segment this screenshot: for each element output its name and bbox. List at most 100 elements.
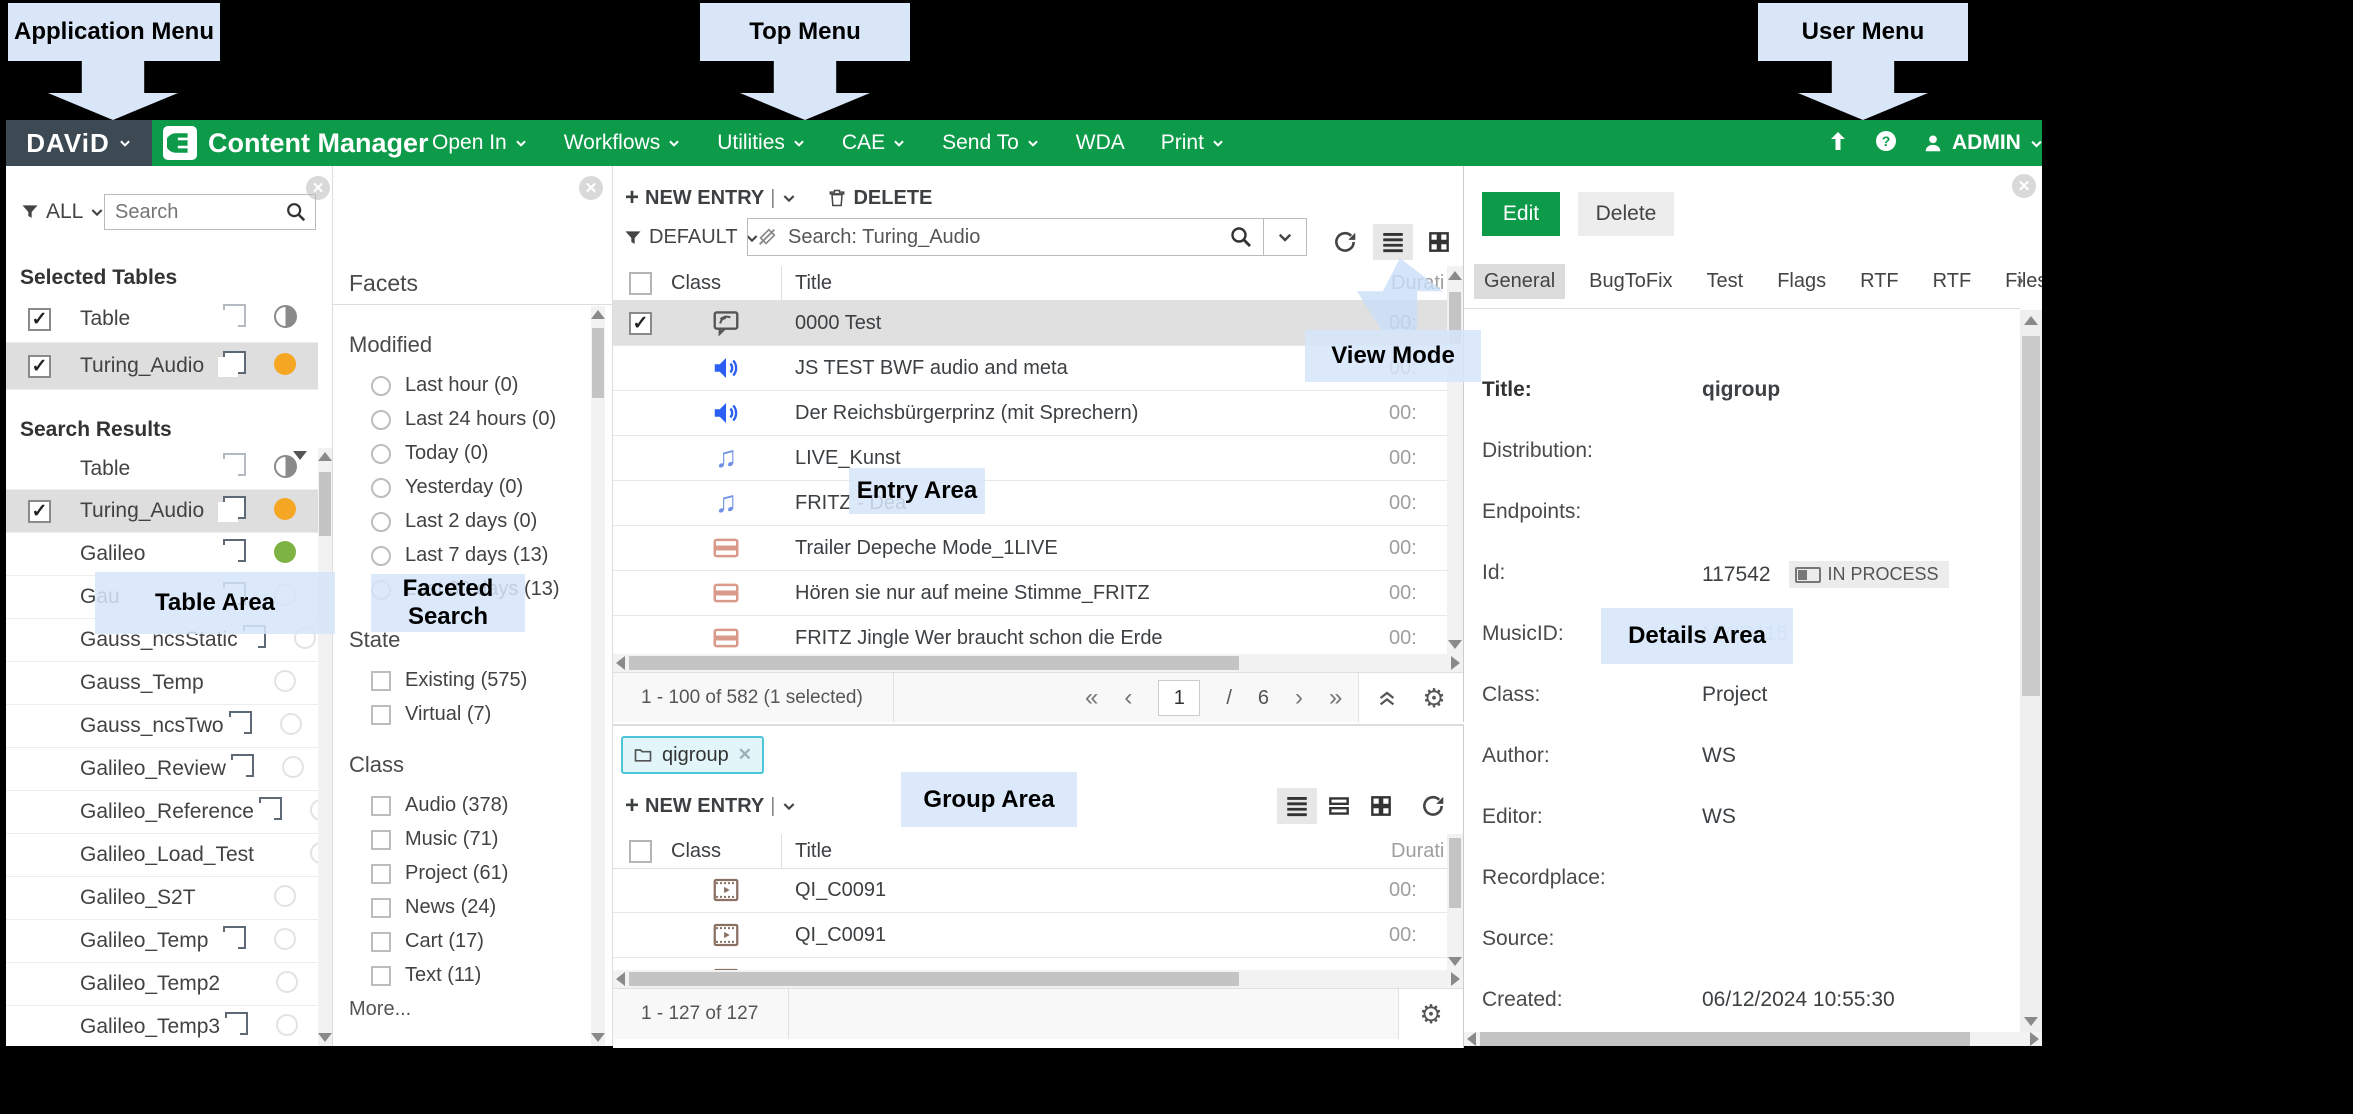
facet-option[interactable]: Text (11)	[371, 964, 591, 987]
checkbox[interactable]	[371, 671, 391, 691]
select-all-checkbox[interactable]	[629, 272, 652, 295]
grid-view-icon[interactable]	[1419, 224, 1459, 260]
facet-option[interactable]: Music (71)	[371, 828, 591, 851]
radio-button[interactable]	[371, 478, 391, 498]
class-column-header[interactable]: Class	[671, 272, 781, 295]
application-menu-button[interactable]: DAViD	[6, 120, 152, 166]
radio-button[interactable]	[371, 444, 391, 464]
checkbox[interactable]	[371, 932, 391, 952]
facet-option[interactable]: Virtual (7)	[371, 703, 591, 726]
first-page-button[interactable]: «	[1085, 684, 1098, 712]
chip-remove-icon[interactable]: ✕	[738, 745, 752, 765]
entry-filter-dropdown[interactable]: DEFAULT	[623, 226, 760, 249]
list-item[interactable]: QI_C009100:	[613, 868, 1447, 913]
facet-option[interactable]: Today (0)	[371, 442, 591, 465]
table-row-galileo_review[interactable]: Galileo_Review	[6, 748, 318, 791]
table-row-galileo_temp3[interactable]: Galileo_Temp3	[6, 1006, 318, 1046]
status-filter-icon[interactable]	[274, 455, 297, 478]
tab-rtf-2[interactable]: RTF	[1923, 264, 1982, 299]
edit-button[interactable]: Edit	[1482, 192, 1560, 236]
collapse-icon[interactable]	[1376, 687, 1398, 709]
tabs-overflow-chevron-icon[interactable]: ›	[2016, 266, 2024, 294]
row-checkbox[interactable]: ✓	[28, 500, 51, 523]
facet-option[interactable]: Last hour (0)	[371, 374, 591, 397]
search-options-dropdown[interactable]	[1264, 228, 1306, 246]
top-menu-item-wda[interactable]: WDA	[1076, 131, 1125, 155]
top-menu-item-open-in[interactable]: Open In	[432, 131, 528, 155]
list-item[interactable]: Trailer Depeche Mode_1LIVE00:	[613, 526, 1447, 571]
prev-page-button[interactable]: ‹	[1124, 684, 1132, 712]
entry-hscrollbar[interactable]	[613, 654, 1463, 672]
table-row-galileo_temp[interactable]: Galileo_Temp	[6, 920, 318, 963]
table-row-galileo_reference[interactable]: Galileo_Reference	[6, 791, 318, 834]
facet-option[interactable]: Last 2 days (0)	[371, 510, 591, 533]
group-class-column-header[interactable]: Class	[671, 840, 781, 863]
checkbox[interactable]	[371, 966, 391, 986]
tab-general[interactable]: General	[1474, 264, 1565, 299]
top-menu-item-cae[interactable]: CAE	[842, 131, 906, 155]
tab-rtf[interactable]: RTF	[1850, 264, 1909, 299]
radio-button[interactable]	[371, 376, 391, 396]
facet-option[interactable]: Project (61)	[371, 862, 591, 885]
title-column-header[interactable]: Title	[781, 272, 1391, 295]
entry-search-box[interactable]	[747, 218, 1307, 256]
entry-search-input[interactable]	[786, 225, 1229, 250]
page-number-input[interactable]: 1	[1158, 680, 1200, 716]
facet-option[interactable]: Last 7 days (13)	[371, 544, 591, 567]
delete-button[interactable]: DELETE	[827, 187, 932, 210]
facet-option[interactable]: Existing (575)	[371, 669, 591, 692]
row-checkbox[interactable]: ✓	[629, 312, 652, 335]
group-title-column-header[interactable]: Title	[781, 840, 1391, 863]
tab-bugtofix[interactable]: BugToFix	[1579, 264, 1682, 299]
tab-test[interactable]: Test	[1697, 264, 1754, 299]
table-search-field[interactable]	[105, 201, 285, 224]
facet-more-link[interactable]: More...	[349, 998, 591, 1021]
refresh-icon[interactable]	[1325, 224, 1365, 260]
group-refresh-icon[interactable]	[1413, 788, 1453, 824]
radio-button[interactable]	[371, 410, 391, 430]
radio-button[interactable]	[371, 512, 391, 532]
table-row-turing_audio[interactable]: ✓Turing_Audio	[6, 490, 318, 533]
top-menu-item-send-to[interactable]: Send To	[942, 131, 1040, 155]
facet-option[interactable]: Yesterday (0)	[371, 476, 591, 499]
group-duration-column-header[interactable]: Durati	[1391, 840, 1447, 863]
table-row-galileo[interactable]: Galileo	[6, 533, 318, 576]
group-hscrollbar[interactable]	[613, 970, 1463, 988]
list-item[interactable]: QI_C010500:	[613, 958, 1447, 970]
facet-option[interactable]: Cart (17)	[371, 930, 591, 953]
checkbox[interactable]	[371, 705, 391, 725]
checkbox[interactable]	[371, 796, 391, 816]
tab-flags[interactable]: Flags	[1767, 264, 1836, 299]
table-search-input[interactable]	[104, 194, 316, 230]
group-list-view-icon[interactable]	[1277, 788, 1317, 824]
close-icon[interactable]: ✕	[2012, 174, 2036, 198]
list-item[interactable]: Der Reichsbürgerprinz (mit Sprechern)00:	[613, 391, 1447, 436]
facet-option[interactable]: Audio (378)	[371, 794, 591, 817]
table-row-turing_audio[interactable]: ✓Turing_Audio	[6, 343, 318, 390]
list-view-icon[interactable]	[1373, 224, 1413, 260]
table-row-table[interactable]: ✓Table	[6, 296, 318, 343]
list-item[interactable]: ♫LIVE_Kunst00:	[613, 436, 1447, 481]
checkbox[interactable]	[371, 898, 391, 918]
group-settings-gear-icon[interactable]: ⚙	[1419, 999, 1442, 1030]
top-menu-item-workflows[interactable]: Workflows	[564, 131, 681, 155]
row-checkbox[interactable]: ✓	[28, 308, 51, 331]
checkbox[interactable]	[371, 864, 391, 884]
facet-option[interactable]: News (24)	[371, 896, 591, 919]
table-row-gauss_temp[interactable]: Gauss_Temp	[6, 662, 318, 705]
help-icon[interactable]: ?	[1874, 129, 1898, 158]
entry-vscrollbar[interactable]	[1447, 266, 1463, 654]
radio-button[interactable]	[371, 546, 391, 566]
top-menu-item-utilities[interactable]: Utilities	[717, 131, 806, 155]
facet-option[interactable]: Last 24 hours (0)	[371, 408, 591, 431]
table-row-galileo_temp2[interactable]: Galileo_Temp2	[6, 963, 318, 1006]
list-item[interactable]: ♫FRITZ - Dea00:	[613, 481, 1447, 526]
upload-arrow-icon[interactable]	[1826, 129, 1850, 158]
row-checkbox[interactable]: ✓	[28, 355, 51, 378]
settings-gear-icon[interactable]: ⚙	[1422, 683, 1445, 714]
group-select-all-checkbox[interactable]	[629, 840, 652, 863]
group-new-entry-button[interactable]: +NEW ENTRY |	[625, 792, 797, 820]
facets-scrollbar[interactable]	[591, 306, 605, 1046]
group-vscrollbar[interactable]	[1447, 834, 1463, 970]
list-item[interactable]: QI_C009100:	[613, 913, 1447, 958]
